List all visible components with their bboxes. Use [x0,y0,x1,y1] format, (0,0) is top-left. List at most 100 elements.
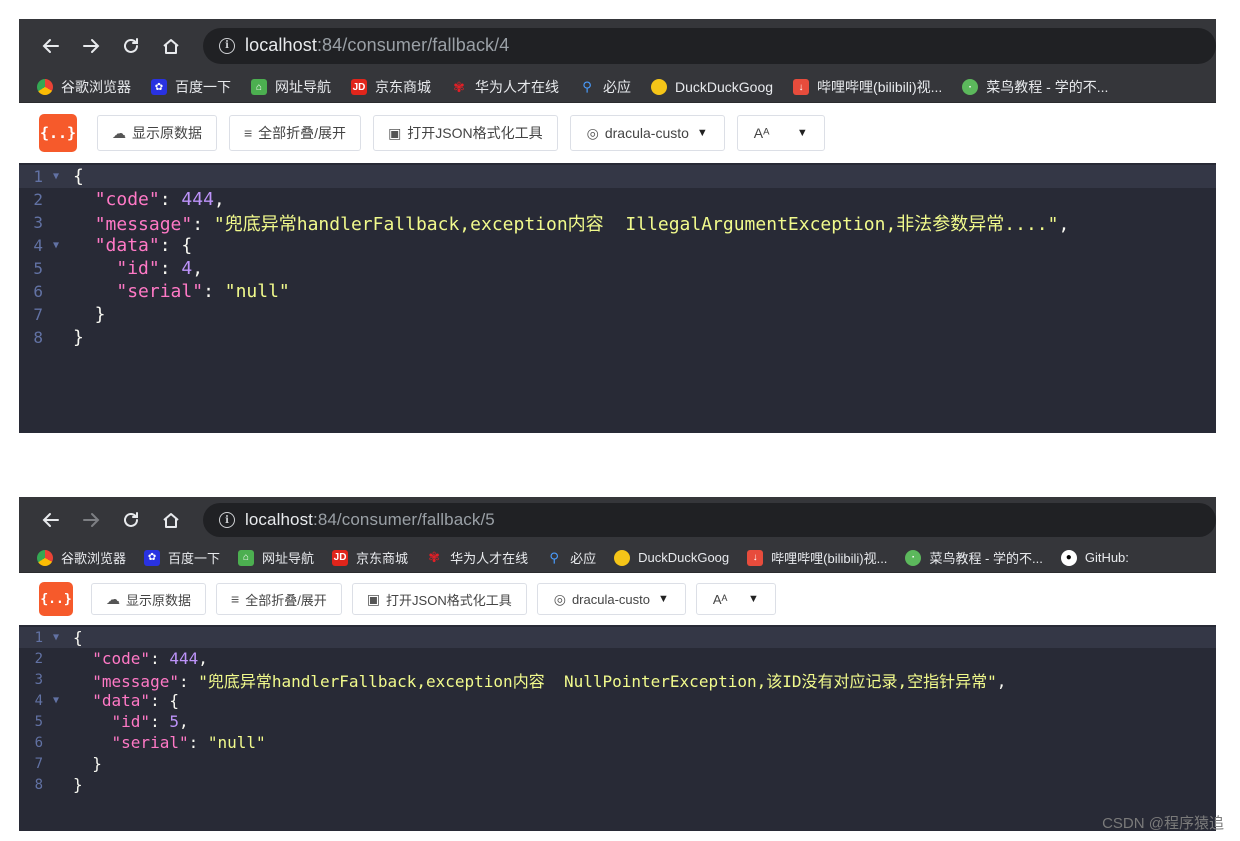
bookmark-item[interactable]: ⚲ 必应 [579,77,631,97]
palette-icon: ◎ [553,590,566,607]
jd-icon: JD [351,79,367,95]
caret-down-icon: ▼ [796,127,808,139]
theme-select[interactable]: ◎ dracula-custo ▼ [536,583,686,615]
fold-arrow-icon[interactable]: ▼ [53,240,73,251]
fold-arrow-icon[interactable]: ▼ [53,632,73,643]
bilibili-icon: ↓ [747,549,764,566]
fold-arrow-icon[interactable]: ▼ [53,695,73,706]
code-line: 4 ▼ "data": { [33,235,193,256]
csdn-watermark: CSDN @程序猿追 [1102,815,1224,832]
forward-button[interactable] [71,28,111,64]
code-line: 7 } [33,304,106,325]
fold-arrow-icon[interactable]: ▼ [53,171,73,182]
home-button[interactable] [151,502,191,538]
runoob-icon: · [962,79,979,95]
reload-button[interactable] [111,28,151,64]
bookmark-item[interactable]: DuckDuckGoog [651,79,773,95]
open-json-tool-button[interactable]: ▣ 打开JSON格式化工具 [351,583,527,615]
code-line: 1 ▼{ [19,627,1216,648]
json-editor[interactable]: 1 ▼{ 2 "code": 444, 3 "message": "兜底异常han… [19,625,1216,831]
duckduckgo-icon [651,79,667,95]
huawei-icon: ✾ [428,549,440,565]
caret-down-icon: ▼ [696,127,708,139]
code-line: 3 "message": "兜底异常handlerFallback,except… [33,213,1070,235]
theme-select[interactable]: ◎ dracula-custo ▼ [569,115,725,151]
bookmark-item[interactable]: · 菜鸟教程 - 学的不... [962,77,1108,97]
code-line: 2 "code": 444, [34,649,208,668]
code-line: 8} [33,327,84,348]
home-button[interactable] [151,28,191,64]
forward-button[interactable] [71,502,111,538]
back-arrow-icon [42,38,59,53]
url-input[interactable]: i localhost:84/consumer/fallback/5 [203,503,1216,537]
bookmark-item[interactable]: ⚲ 必应 [546,548,596,567]
fold-all-button[interactable]: ≡ 全部折叠/展开 [229,115,362,151]
baidu-icon: ✿ [144,549,161,566]
palette-icon: ◎ [586,124,599,141]
url-text: localhost:84/consumer/fallback/5 [245,510,495,529]
bookmarks-bar: 谷歌浏览器 ✿ 百度一下 ⌂ 网址导航 JD 京东商城 ✾ 华为人才在线 ⚲ 必应 Duc… [19,543,1216,573]
bookmark-item[interactable]: ✿ 百度一下 [151,77,231,97]
home-icon [163,513,179,528]
url-text: localhost:84/consumer/fallback/4 [245,35,510,55]
forward-arrow-icon [83,513,100,527]
bookmark-item[interactable]: JD 京东商城 [351,77,431,97]
back-button[interactable] [31,502,71,538]
bookmark-item[interactable]: ✾ 华为人才在线 [426,548,528,567]
baidu-icon: ✿ [151,79,167,95]
json-file-icon: ▣ [366,590,381,607]
bing-icon: ⚲ [549,549,559,565]
code-line: 8} [34,775,83,794]
jd-icon: JD [332,549,349,566]
json-toolbar: {..} ☁ 显示原数据 ≡ 全部折叠/展开 ▣ 打开JSON格式化工具 ◎ dracu… [19,103,1216,163]
json-file-icon: ▣ [388,124,402,141]
show-raw-button[interactable]: ☁ 显示原数据 [91,583,207,615]
bookmark-item[interactable]: 谷歌浏览器 [37,77,131,97]
reload-icon [124,512,138,527]
fold-icon: ≡ [244,125,253,141]
code-line: 5 "id": 4, [33,258,204,279]
json-viewer-logo: {..} [39,582,73,616]
bookmark-item[interactable]: ● GitHub: [1060,549,1129,566]
address-bar: i localhost:84/consumer/fallback/5 [19,497,1216,543]
reload-button[interactable] [111,502,151,538]
bookmark-item[interactable]: JD 京东商城 [332,548,408,567]
font-size-select[interactable]: Aᴬ ▼ [695,583,776,615]
info-icon[interactable]: i [219,512,235,528]
browser-window-2: i localhost:84/consumer/fallback/5 谷歌浏览器… [19,497,1216,831]
bookmark-item[interactable]: · 菜鸟教程 - 学的不... [905,548,1043,567]
back-arrow-icon [42,513,59,527]
back-button[interactable] [31,28,71,64]
bookmark-item[interactable]: 谷歌浏览器 [37,548,126,567]
huawei-icon: ✾ [453,78,465,95]
bookmarks-bar: 谷歌浏览器 ✿ 百度一下 ⌂ 网址导航 JD 京东商城 ✾ 华为人才在线 ⚲ 必应 Duc… [19,72,1216,103]
fold-icon: ≡ [231,591,240,607]
font-size-select[interactable]: Aᴬ ▼ [736,115,825,151]
bookmark-item[interactable]: ⌂ 网址导航 [238,548,314,567]
code-line: 4 ▼ "data": { [34,691,179,710]
bookmark-item[interactable]: DuckDuckGoog [614,549,729,566]
bookmark-item[interactable]: ✿ 百度一下 [144,548,220,567]
show-raw-button[interactable]: ☁ 显示原数据 [97,115,217,151]
open-json-tool-button[interactable]: ▣ 打开JSON格式化工具 [373,115,558,151]
info-icon[interactable]: i [219,37,235,54]
github-icon: ● [1060,549,1077,566]
bookmark-item[interactable]: ✾ 华为人才在线 [451,77,559,97]
duckduckgo-icon [614,549,631,566]
bookmark-item[interactable]: ↓ 哔哩哔哩(bilibili)视... [747,548,887,567]
json-toolbar: {..} ☁ 显示原数据 ≡ 全部折叠/展开 ▣ 打开JSON格式化工具 ◎ dracu… [19,573,1216,625]
chrome-icon [37,549,53,566]
fold-all-button[interactable]: ≡ 全部折叠/展开 [216,583,342,615]
cloud-icon: ☁ [106,590,120,607]
code-line: 7 } [34,754,102,773]
cloud-icon: ☁ [112,124,126,141]
code-line: 3 "message": "兜底异常handlerFallback,except… [34,671,1007,691]
bookmark-item[interactable]: ↓ 哔哩哔哩(bilibili)视... [793,77,942,97]
browser-window-1: i localhost:84/consumer/fallback/4 谷歌浏览器… [19,19,1216,433]
bookmark-item[interactable]: ⌂ 网址导航 [251,77,331,97]
bilibili-icon: ↓ [793,79,810,95]
json-viewer-logo: {..} [39,114,77,152]
json-editor[interactable]: 1 ▼{ 2 "code": 444, 3 "message": "兜底异常han… [19,163,1216,433]
url-input[interactable]: i localhost:84/consumer/fallback/4 [203,27,1216,64]
code-line: 1 ▼{ [19,165,1216,188]
